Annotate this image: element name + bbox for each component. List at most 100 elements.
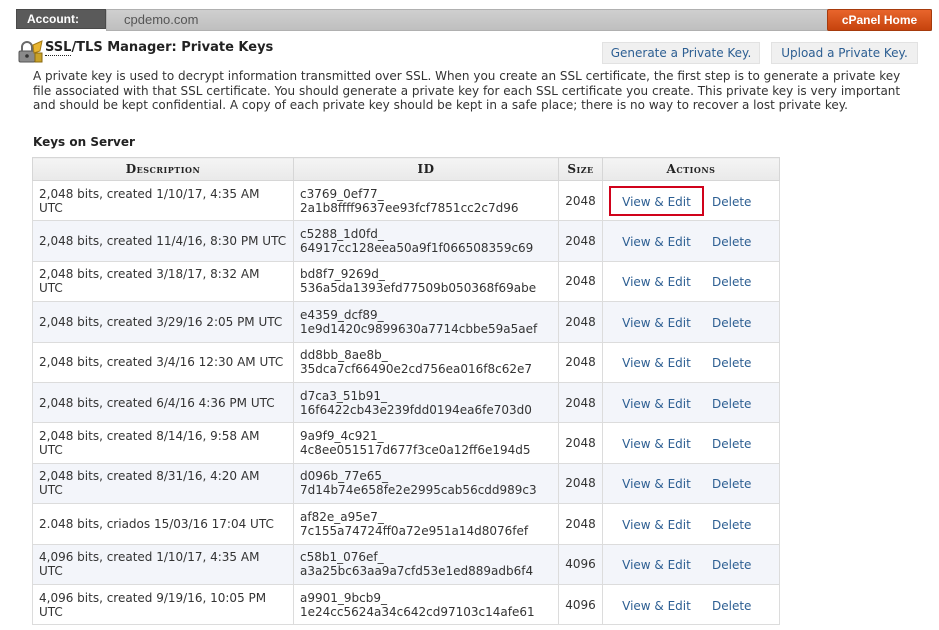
key-size: 4096 — [558, 583, 603, 626]
key-id-hash: 7d14b74e658fe2e2995cab56cdd989c3 — [300, 483, 537, 498]
key-size: 2048 — [558, 341, 603, 383]
key-description: 2,048 bits, created 3/29/16 2:05 PM UTC — [32, 301, 294, 343]
key-size: 2048 — [558, 260, 603, 303]
key-size: 2048 — [558, 179, 603, 222]
table-row: 2,048 bits, created 8/14/16, 9:58 AM UTC… — [32, 422, 780, 464]
table-row: 2,048 bits, created 11/4/16, 8:30 PM UTC… — [32, 220, 780, 262]
key-description: 2,048 bits, created 11/4/16, 8:30 PM UTC — [32, 220, 294, 262]
generate-private-key-button[interactable]: Generate a Private Key. — [602, 42, 760, 64]
key-id-hash: 2a1b8ffff9637ee93fcf7851cc2c7d96 — [300, 200, 519, 215]
key-id-prefix: c58b1_076ef_ — [300, 550, 384, 565]
key-description: 2.048 bits, criados 15/03/16 17:04 UTC — [32, 503, 294, 545]
delete-link[interactable]: Delete — [712, 437, 751, 451]
view-edit-link[interactable]: View & Edit — [609, 185, 704, 216]
view-edit-link[interactable]: View & Edit — [609, 468, 704, 498]
table-row: 4,096 bits, created 9/19/16, 10:05 PM UT… — [32, 583, 780, 626]
ssl-lock-icon — [18, 40, 43, 63]
key-id-hash: 1e9d1420c9899630a7714cbbe59a5aef — [300, 321, 538, 336]
key-size: 2048 — [558, 422, 603, 464]
key-id-prefix: d7ca3_51b91_ — [300, 388, 387, 403]
key-description: 2,048 bits, created 1/10/17, 4:35 AM UTC — [32, 179, 294, 222]
key-id: af82e_a95e7_ 7c155a74724ff0a72e951a14d807… — [293, 503, 559, 545]
table-row: 2,048 bits, created 6/4/16 4:36 PM UTC d7… — [32, 381, 780, 424]
header-size[interactable]: Size — [558, 157, 603, 181]
delete-link[interactable]: Delete — [712, 316, 751, 330]
key-id-hash: 7c155a74724ff0a72e951a14d8076fef — [300, 523, 529, 538]
delete-link[interactable]: Delete — [712, 518, 751, 532]
page-title: SSL/TLS Manager: Private Keys — [45, 40, 274, 56]
key-description: 2,048 bits, created 8/31/16, 4:20 AM UTC — [32, 462, 294, 505]
key-id: 9a9f9_4c921_ 4c8ee051517d677f3ce0a12ff6e1… — [293, 422, 559, 464]
key-actions: View & Edit Delete — [602, 260, 780, 303]
key-description: 4,096 bits, created 1/10/17, 4:35 AM UTC — [32, 543, 294, 585]
view-edit-link[interactable]: View & Edit — [609, 509, 704, 539]
key-size: 2048 — [558, 381, 603, 424]
key-actions: View & Edit Delete — [602, 462, 780, 505]
delete-link[interactable]: Delete — [712, 397, 751, 411]
cpanel-home-button[interactable]: cPanel Home — [827, 9, 932, 31]
section-title: Keys on Server — [33, 135, 135, 149]
delete-link[interactable]: Delete — [712, 558, 751, 572]
key-id: dd8bb_8ae8b_ 35dca7cf66490e2cd756ea016f8c… — [293, 341, 559, 383]
upload-private-key-button[interactable]: Upload a Private Key. — [771, 42, 918, 64]
key-id: c5288_1d0fd_ 64917cc128eea50a9f1f06650835… — [293, 220, 559, 262]
key-id-prefix: c5288_1d0fd_ — [300, 227, 384, 242]
table-row: 2,048 bits, created 1/10/17, 4:35 AM UTC… — [32, 179, 780, 222]
table-row: 2.048 bits, criados 15/03/16 17:04 UTC af… — [32, 503, 780, 545]
table-row: 2,048 bits, created 8/31/16, 4:20 AM UTC… — [32, 462, 780, 505]
key-id: d7ca3_51b91_ 16f6422cb43e239fdd0194ea6fe7… — [293, 381, 559, 424]
key-actions: View & Edit Delete — [602, 341, 780, 383]
table-row: 2,048 bits, created 3/29/16 2:05 PM UTC e… — [32, 301, 780, 343]
account-label: Account: — [16, 9, 106, 29]
table-header-row: Description ID Size Actions — [32, 157, 780, 181]
page-title-text: /TLS Manager: Private Keys — [71, 40, 274, 55]
view-edit-link[interactable]: View & Edit — [609, 266, 704, 296]
key-size: 2048 — [558, 220, 603, 262]
key-size: 2048 — [558, 301, 603, 343]
ssl-abbr: SSL — [45, 40, 72, 56]
account-field: cpdemo.com — [106, 9, 932, 31]
key-id: a9901_9bcb9_ 1e24cc5624a34c642cd97103c14a… — [293, 583, 559, 626]
table-row: 2,048 bits, created 3/4/16 12:30 AM UTC d… — [32, 341, 780, 383]
key-size: 2048 — [558, 503, 603, 545]
key-id-prefix: e4359_dcf89_ — [300, 307, 384, 322]
key-id-hash: a3a25bc63aa9a7cfd53e1ed889adb6f4 — [300, 564, 534, 579]
key-description: 2,048 bits, created 3/4/16 12:30 AM UTC — [32, 341, 294, 383]
view-edit-link[interactable]: View & Edit — [609, 590, 704, 620]
key-size: 4096 — [558, 543, 603, 585]
header-description[interactable]: Description — [32, 157, 294, 181]
key-id: c58b1_076ef_ a3a25bc63aa9a7cfd53e1ed889ad… — [293, 543, 559, 585]
delete-link[interactable]: Delete — [712, 356, 751, 370]
key-size: 2048 — [558, 462, 603, 505]
key-id-prefix: dd8bb_8ae8b_ — [300, 348, 388, 363]
view-edit-link[interactable]: View & Edit — [609, 347, 704, 377]
view-edit-link[interactable]: View & Edit — [609, 307, 704, 337]
key-id-prefix: 9a9f9_4c921_ — [300, 429, 384, 444]
key-description: 2,048 bits, created 6/4/16 4:36 PM UTC — [32, 381, 294, 424]
delete-link[interactable]: Delete — [712, 195, 751, 209]
delete-link[interactable]: Delete — [712, 477, 751, 491]
delete-link[interactable]: Delete — [712, 275, 751, 289]
header-id[interactable]: ID — [293, 157, 559, 181]
view-edit-link[interactable]: View & Edit — [609, 388, 704, 418]
key-id-hash: 16f6422cb43e239fdd0194ea6fe703d0 — [300, 402, 532, 417]
table-row: 4,096 bits, created 1/10/17, 4:35 AM UTC… — [32, 543, 780, 585]
keys-table: Description ID Size Actions 2,048 bits, … — [32, 157, 780, 626]
view-edit-link[interactable]: View & Edit — [609, 226, 704, 256]
key-id-prefix: d096b_77e65_ — [300, 469, 389, 484]
key-id: bd8f7_9269d_ 536a5da1393efd77509b050368f6… — [293, 260, 559, 303]
header-actions: Actions — [602, 157, 780, 181]
view-edit-link[interactable]: View & Edit — [609, 549, 704, 579]
key-description: 2,048 bits, created 8/14/16, 9:58 AM UTC — [32, 422, 294, 464]
delete-link[interactable]: Delete — [712, 235, 751, 249]
delete-link[interactable]: Delete — [712, 599, 751, 613]
key-actions: View & Edit Delete — [602, 583, 780, 626]
key-actions: View & Edit Delete — [602, 503, 780, 545]
intro-paragraph: A private key is used to decrypt informa… — [33, 69, 901, 112]
key-actions: View & Edit Delete — [602, 301, 780, 343]
key-actions: View & Edit Delete — [602, 543, 780, 585]
key-actions: View & Edit Delete — [602, 422, 780, 464]
view-edit-link[interactable]: View & Edit — [609, 428, 704, 458]
key-id-hash: 536a5da1393efd77509b050368f69abe — [300, 281, 537, 296]
key-id-hash: 1e24cc5624a34c642cd97103c14afe61 — [300, 604, 535, 619]
